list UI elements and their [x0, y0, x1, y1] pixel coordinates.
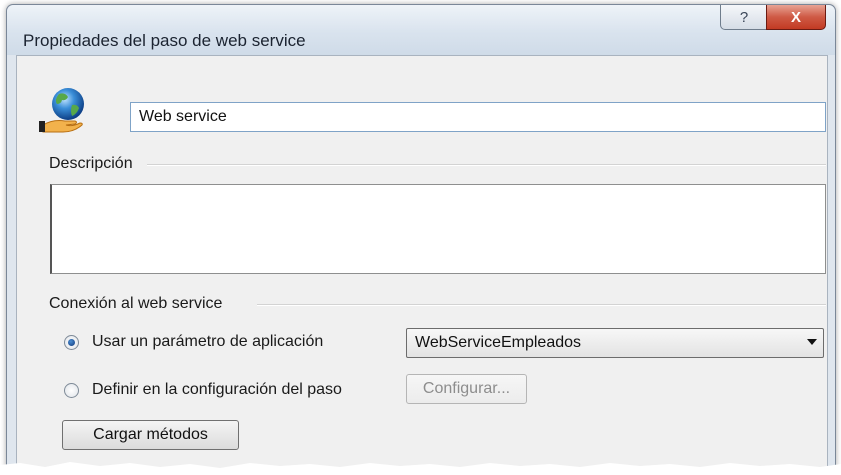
step-config-label[interactable]: Definir en la configuración del paso — [92, 381, 342, 399]
close-button[interactable]: X — [766, 5, 826, 30]
description-textarea[interactable] — [50, 184, 826, 274]
chevron-down-icon[interactable] — [807, 339, 817, 345]
help-icon: ? — [739, 8, 749, 26]
connection-group-line — [257, 304, 826, 306]
close-icon: X — [790, 8, 801, 26]
option-step-config[interactable]: Definir en la configuración del paso — [64, 381, 342, 399]
load-methods-button[interactable]: Cargar métodos — [62, 420, 239, 450]
dialog-title: Propiedades del paso de web service — [23, 31, 306, 50]
option-app-parameter[interactable]: Usar un parámetro de aplicación — [64, 333, 323, 351]
web-service-globe-icon — [39, 88, 84, 133]
connection-group-label: Conexión al web service — [49, 295, 231, 313]
step-config-radio[interactable] — [64, 382, 79, 398]
step-name-input[interactable] — [130, 102, 826, 132]
help-button[interactable]: ? — [720, 5, 768, 30]
torn-edge — [0, 462, 841, 475]
app-parameter-select[interactable]: WebServiceEmpleados — [406, 328, 824, 358]
title-bar[interactable]: Propiedades del paso de web service ? X — [7, 5, 835, 55]
description-group-label: Descripción — [49, 155, 141, 173]
app-parameter-label[interactable]: Usar un parámetro de aplicación — [92, 333, 323, 351]
dialog-window: Propiedades del paso de web service ? X — [6, 4, 836, 470]
dialog-body: Descripción Conexión al web service Usar… — [16, 55, 828, 470]
description-group-line — [147, 164, 826, 166]
app-parameter-radio[interactable] — [64, 334, 79, 350]
configure-button[interactable]: Configurar... — [406, 374, 527, 404]
app-parameter-selected-value: WebServiceEmpleados — [415, 334, 582, 351]
